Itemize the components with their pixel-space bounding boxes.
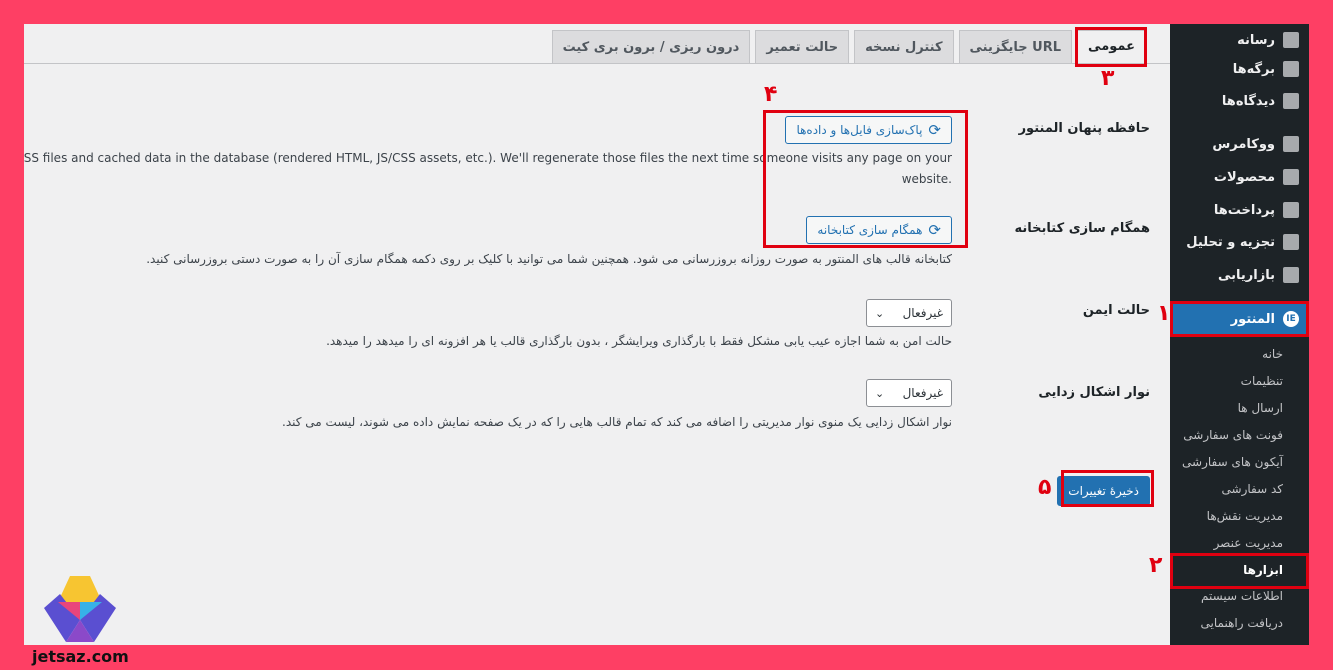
sidebar-item-label: تجزیه و تحلیل: [1186, 234, 1275, 250]
submenu-item-settings[interactable]: تنظیمات: [1170, 367, 1309, 394]
cache-label: حافظه پنهان المنتور: [1018, 121, 1150, 136]
sidebar-item-label: پرداخت‌ها: [1213, 202, 1275, 218]
wp-admin-panel: رسانه برگه‌ها دیدگاه‌ها ووکامرس محصولات …: [24, 24, 1309, 645]
safe-mode-description: حالت امن به شما اجازه عیب یابی مشکل فقط …: [326, 334, 952, 348]
settings-tabs: عمومی جایگزینی URL کنترل نسخه حالت تعمیر…: [551, 30, 1146, 63]
sidebar-item-label: رسانه: [1237, 32, 1275, 48]
woocommerce-icon: [1283, 136, 1299, 152]
analytics-icon: [1283, 234, 1299, 250]
debug-bar-description: نوار اشکال زدایی یک منوی نوار مدیریتی را…: [282, 415, 952, 429]
sidebar-item-label: بازاریابی: [1218, 267, 1275, 283]
submenu-item-custom-code[interactable]: کد سفارشی: [1170, 475, 1309, 502]
media-icon: [1283, 32, 1299, 48]
highlight-cache-buttons: [763, 110, 968, 248]
sidebar-item-payments[interactable]: پرداخت‌ها: [1170, 194, 1309, 226]
sidebar-item-comments[interactable]: دیدگاه‌ها: [1170, 85, 1309, 117]
products-icon: [1283, 169, 1299, 185]
submenu-label: تنظیمات: [1240, 373, 1283, 388]
tab-maintenance-mode[interactable]: حالت تعمیر: [755, 30, 850, 63]
tab-version-control[interactable]: کنترل نسخه: [854, 30, 954, 63]
submenu-item-get-help[interactable]: دریافت راهنمایی: [1170, 609, 1309, 636]
safe-mode-label: حالت ایمن: [1082, 303, 1150, 318]
comments-icon: [1283, 93, 1299, 109]
tabs-divider: [24, 63, 1170, 64]
safe-mode-select[interactable]: ⌄ غیرفعال: [866, 299, 952, 327]
highlight-tools-menu: [1170, 553, 1309, 589]
submenu-label: فونت های سفارشی: [1183, 427, 1283, 442]
submenu-item-submissions[interactable]: ارسال ها: [1170, 394, 1309, 421]
annotation-number-3: ۳: [1101, 66, 1115, 91]
library-sync-label: همگام سازی کتابخانه: [1014, 221, 1150, 236]
highlight-elementor-menu: [1170, 301, 1309, 337]
sidebar-item-media[interactable]: رسانه: [1170, 24, 1309, 56]
submenu-label: آیکون های سفارشی: [1182, 454, 1283, 469]
tab-replace-url[interactable]: جایگزینی URL: [958, 30, 1073, 63]
submenu-item-role-manager[interactable]: مدیریت نقش‌ها: [1170, 502, 1309, 529]
payments-icon: [1283, 202, 1299, 218]
watermark-text: jetsaz.com: [32, 647, 129, 666]
submenu-item-custom-fonts[interactable]: فونت های سفارشی: [1170, 421, 1309, 448]
chevron-down-icon: ⌄: [875, 386, 885, 400]
annotation-number-1: ۱: [1157, 301, 1171, 326]
submenu-item-home[interactable]: خانه: [1170, 340, 1309, 367]
sidebar-item-pages[interactable]: برگه‌ها: [1170, 53, 1309, 85]
sidebar-item-analytics[interactable]: تجزیه و تحلیل: [1170, 226, 1309, 258]
submenu-label: خانه: [1262, 346, 1283, 361]
annotation-number-2: ۲: [1149, 553, 1163, 578]
submenu-label: کد سفارشی: [1221, 481, 1283, 496]
debug-bar-label: نوار اشکال زدایی: [1038, 385, 1150, 400]
tab-import-export-kit[interactable]: درون ریزی / برون بری کیت: [551, 30, 751, 63]
jetsaz-logo-icon: [44, 576, 116, 642]
sidebar-item-woocommerce[interactable]: ووکامرس: [1170, 128, 1309, 160]
debug-bar-value: غیرفعال: [902, 386, 943, 400]
submenu-item-custom-icons[interactable]: آیکون های سفارشی: [1170, 448, 1309, 475]
submenu-label: مدیریت عنصر: [1213, 535, 1283, 550]
marketing-icon: [1283, 267, 1299, 283]
submenu-label: اطلاعات سیستم: [1201, 588, 1283, 603]
submenu-label: ارسال ها: [1237, 400, 1283, 415]
submenu-label: دریافت راهنمایی: [1200, 615, 1283, 630]
annotation-number-4: ۴: [764, 82, 778, 107]
library-sync-description: کتابخانه قالب های المنتور به صورت روزانه…: [146, 252, 952, 266]
sidebar-item-label: دیدگاه‌ها: [1221, 93, 1275, 109]
submenu-label: مدیریت نقش‌ها: [1206, 508, 1283, 523]
sidebar-item-label: برگه‌ها: [1232, 61, 1275, 77]
sidebar-item-products[interactable]: محصولات: [1170, 161, 1309, 193]
highlight-save-button: [1061, 470, 1154, 507]
sidebar-item-label: ووکامرس: [1212, 136, 1275, 152]
sidebar-item-marketing[interactable]: بازاریابی: [1170, 259, 1309, 291]
annotation-number-5: ۵: [1038, 475, 1052, 500]
debug-bar-select[interactable]: ⌄ غیرفعال: [866, 379, 952, 407]
pages-icon: [1283, 61, 1299, 77]
submenu-item-element-manager[interactable]: مدیریت عنصر: [1170, 529, 1309, 556]
chevron-down-icon: ⌄: [875, 306, 885, 320]
safe-mode-value: غیرفعال: [902, 306, 943, 320]
sidebar-item-label: محصولات: [1213, 169, 1275, 185]
highlight-general-tab: [1075, 27, 1147, 67]
